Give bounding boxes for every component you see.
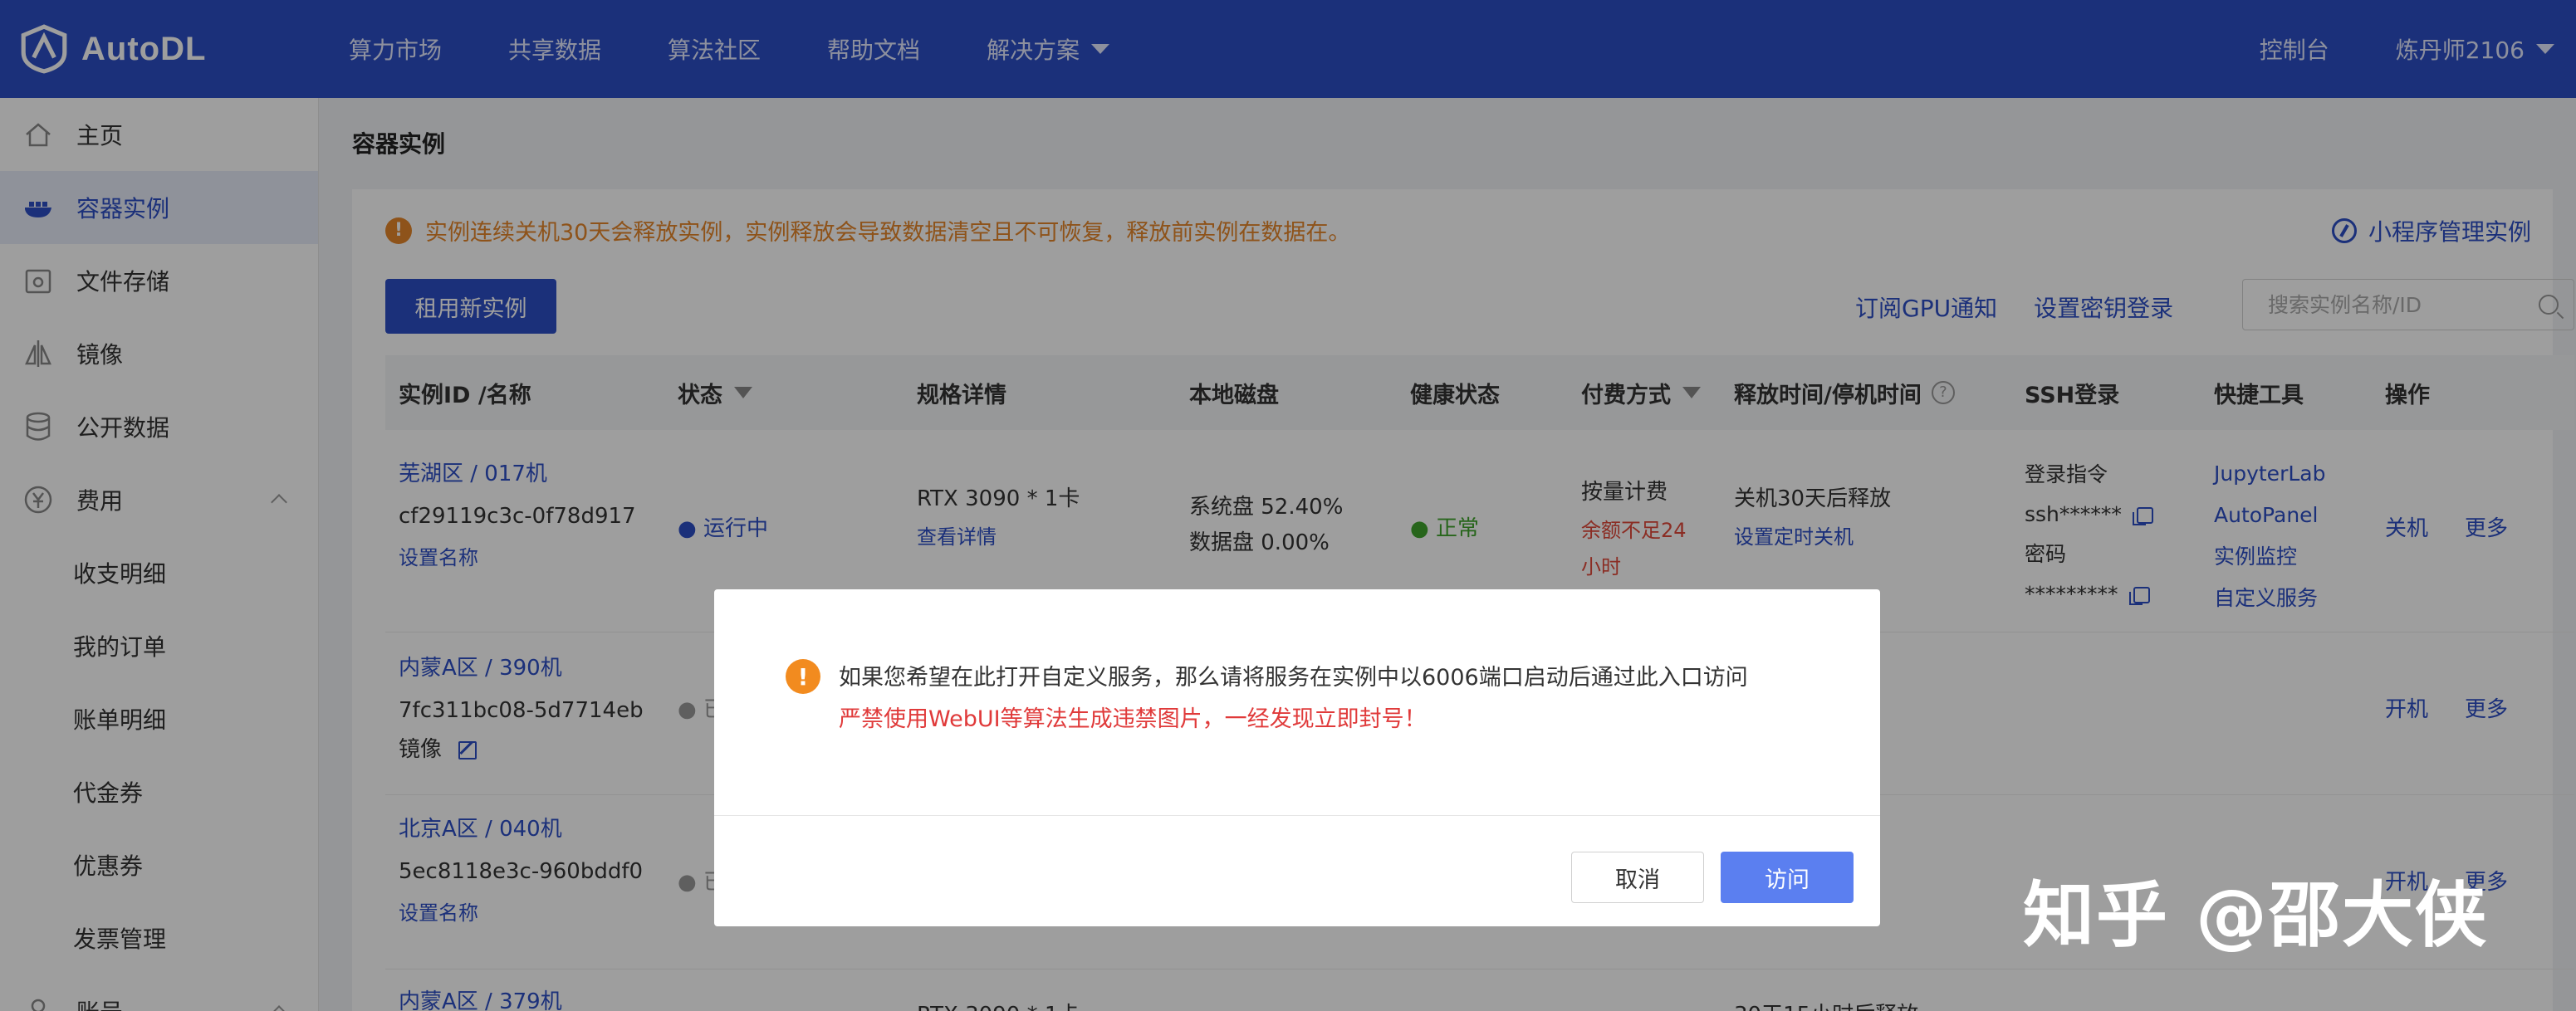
watermark: 知乎 @邵大侠 <box>2023 874 2488 957</box>
custom-service-dialog: ! 如果您希望在此打开自定义服务，那么请将服务在实例中以6006端口启动后通过此… <box>714 589 1880 926</box>
dialog-text: 如果您希望在此打开自定义服务，那么请将服务在实例中以6006端口启动后通过此入口… <box>839 657 1748 740</box>
dialog-message: 如果您希望在此打开自定义服务，那么请将服务在实例中以6006端口启动后通过此入口… <box>839 665 1748 691</box>
divider <box>714 815 1880 816</box>
dialog-warning: 严禁使用WebUI等算法生成违禁图片，一经发现立即封号！ <box>839 706 1427 732</box>
cancel-button[interactable]: 取消 <box>1571 852 1704 903</box>
warning-icon: ! <box>786 659 820 694</box>
dialog-body: ! 如果您希望在此打开自定义服务，那么请将服务在实例中以6006端口启动后通过此… <box>786 657 1748 740</box>
visit-button[interactable]: 访问 <box>1721 852 1854 903</box>
